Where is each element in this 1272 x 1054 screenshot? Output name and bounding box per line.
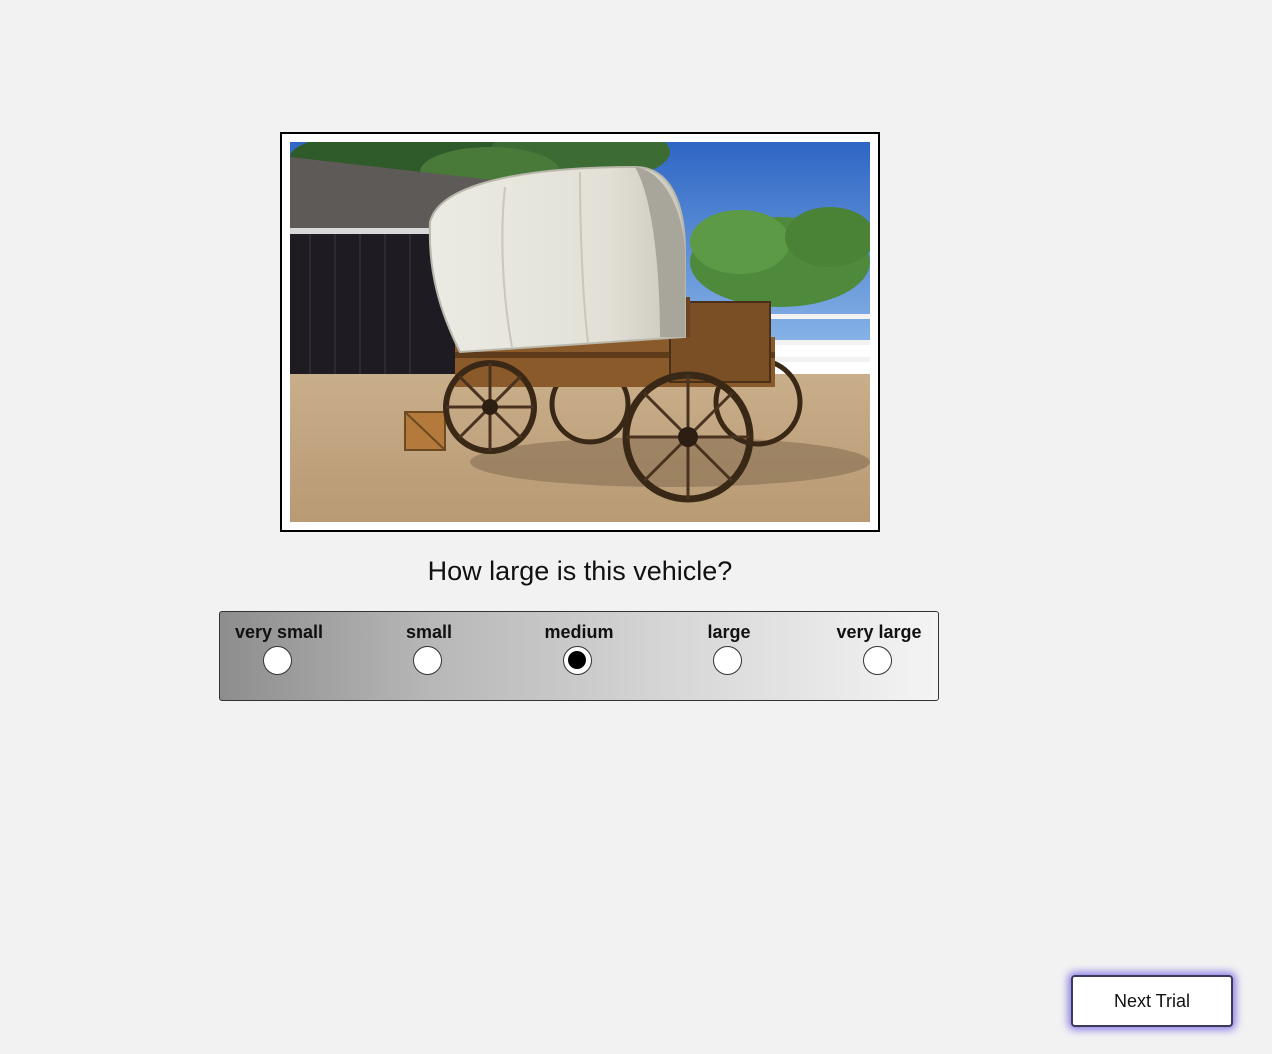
option-label: small <box>405 622 453 642</box>
radio-large[interactable] <box>713 646 742 675</box>
option-medium[interactable]: medium <box>504 612 654 700</box>
option-small[interactable]: small <box>354 612 504 700</box>
option-label: medium <box>544 622 614 642</box>
radio-small[interactable] <box>413 646 442 675</box>
covered-wagon-photo <box>290 142 870 522</box>
radio-medium[interactable] <box>563 646 592 675</box>
option-very-large[interactable]: very large <box>804 612 954 700</box>
option-label: very small <box>234 622 324 642</box>
radio-very-small[interactable] <box>263 646 292 675</box>
option-label: very large <box>836 622 922 642</box>
size-rating-scale: very small small medium large very large <box>219 611 939 701</box>
option-label: large <box>707 622 751 642</box>
next-trial-button[interactable]: Next Trial <box>1071 975 1233 1027</box>
stimulus-image-frame <box>280 132 880 532</box>
option-very-small[interactable]: very small <box>204 612 354 700</box>
question-text: How large is this vehicle? <box>427 556 733 586</box>
option-large[interactable]: large <box>654 612 804 700</box>
radio-very-large[interactable] <box>863 646 892 675</box>
